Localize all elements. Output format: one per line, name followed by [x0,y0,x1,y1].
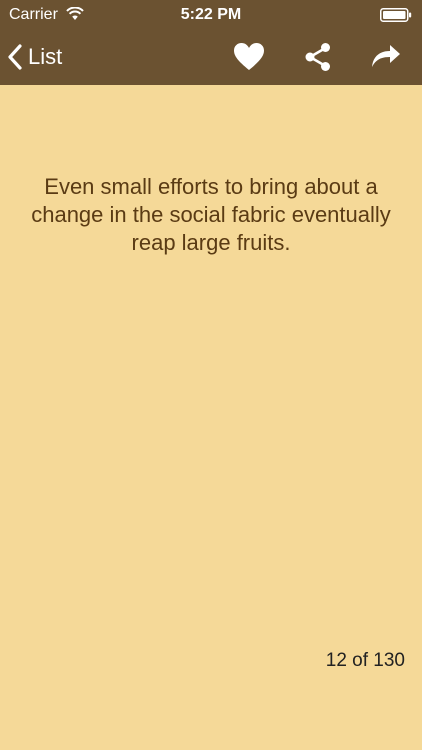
forward-icon [368,40,402,74]
quote-text: Even small efforts to bring about a chan… [31,174,391,255]
status-time: 5:22 PM [180,6,242,23]
status-bar: Carrier 5:22 PM [0,0,422,30]
navigation-bar: List [0,30,422,85]
top-bar: Carrier 5:22 PM List [0,0,422,85]
page-counter: 12 of 130 [325,650,405,671]
chevron-left-icon [8,44,22,70]
battery-icon [380,8,412,22]
forward-button[interactable] [368,40,402,74]
back-button-label: List [28,44,63,69]
back-button[interactable]: List [8,40,62,74]
share-icon [301,40,335,74]
share-button[interactable] [301,40,335,74]
favorite-button[interactable] [232,40,266,74]
heart-icon [232,40,266,74]
